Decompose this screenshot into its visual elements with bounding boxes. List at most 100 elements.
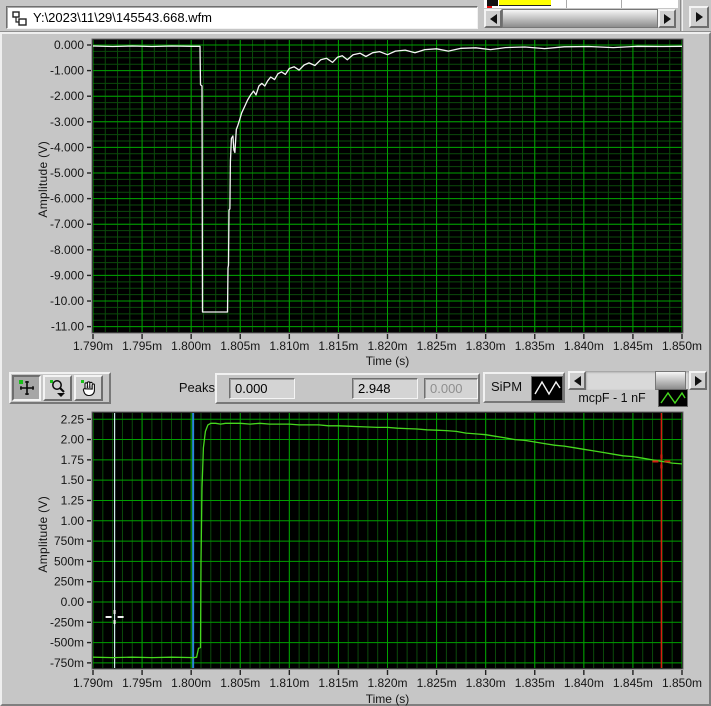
peaks-label: Peaks — [178, 380, 215, 395]
legend-label-mcp[interactable]: mcpF - 1 nF — [570, 391, 654, 407]
top-bar: Y:\2023\11\29\145543.668.wfm — [0, 0, 711, 32]
file-path-value: Y:\2023\11\29\145543.668.wfm — [33, 10, 213, 25]
svg-text:-250m: -250m — [50, 615, 84, 629]
hand-icon — [80, 380, 95, 397]
left-arrow-icon — [573, 375, 581, 386]
plot-legend-sipm[interactable]: SiPM — [483, 372, 565, 403]
svg-text:Time (s): Time (s) — [366, 692, 410, 706]
svg-text:1.805m: 1.805m — [220, 339, 260, 353]
scrollbar-track[interactable] — [502, 9, 658, 28]
svg-text:0.00: 0.00 — [61, 595, 85, 609]
svg-text:1.790m: 1.790m — [73, 339, 113, 353]
plot-style-swatch-sipm[interactable] — [531, 376, 563, 401]
right-arrow-icon — [663, 13, 671, 24]
corner-scroll-button[interactable] — [689, 6, 709, 28]
list-plot-icon — [487, 0, 498, 8]
svg-text:1.820m: 1.820m — [367, 676, 407, 690]
svg-text:1.850m: 1.850m — [662, 339, 702, 353]
svg-text:750m: 750m — [54, 534, 84, 548]
graph-palette — [9, 372, 111, 404]
svg-text:-7.000: -7.000 — [50, 217, 84, 231]
labview-front-panel: Y:\2023\11\29\145543.668.wfm Amplitude (… — [0, 0, 711, 706]
scroll-left-button[interactable] — [484, 9, 502, 28]
svg-text:1.790m: 1.790m — [73, 676, 113, 690]
svg-text:1.820m: 1.820m — [367, 339, 407, 353]
panel-edge-groove — [680, 0, 683, 31]
cursor-tool-button[interactable] — [12, 375, 41, 401]
waveform-graph-bottom: Amplitude (V) 1.790m 1.795m 1.800m 1.805m 1.… — [0, 408, 711, 706]
list-column-divider — [566, 0, 567, 8]
svg-text:1.00: 1.00 — [61, 514, 85, 528]
list-column-divider — [621, 0, 622, 8]
svg-text:-750m: -750m — [50, 656, 84, 670]
svg-text:1.830m: 1.830m — [466, 339, 506, 353]
zoom-tool-button[interactable] — [43, 375, 72, 401]
peak-field-1[interactable]: 0.000 — [229, 378, 295, 399]
scrollbar-thumb[interactable] — [655, 371, 686, 390]
svg-text:-8.000: -8.000 — [50, 243, 84, 257]
svg-text:2.25: 2.25 — [61, 412, 85, 426]
svg-text:1.795m: 1.795m — [122, 676, 162, 690]
waveform-plot-area-bottom[interactable]: 1.790m 1.795m 1.800m 1.805m 1.810m 1.815m 1.82… — [0, 408, 711, 706]
svg-text:1.805m: 1.805m — [220, 676, 260, 690]
svg-text:1.835m: 1.835m — [515, 676, 555, 690]
pan-tool-button[interactable] — [74, 375, 103, 401]
svg-text:1.845m: 1.845m — [613, 339, 653, 353]
legend-scrollbar[interactable] — [568, 371, 707, 390]
y-axis-title: Amplitude (V) — [36, 141, 50, 218]
svg-text:1.815m: 1.815m — [318, 339, 358, 353]
svg-text:1.840m: 1.840m — [564, 339, 604, 353]
crosshair-icon — [18, 380, 34, 395]
svg-text:-9.000: -9.000 — [50, 268, 84, 282]
y-axis-title: Amplitude (V) — [36, 496, 50, 573]
peak-field-2[interactable]: 2.948 — [352, 378, 418, 399]
waveform-plot-area-top[interactable]: 1.790m 1.795m 1.800m 1.805m 1.810m 1.815m 1.82… — [0, 34, 711, 369]
path-type-icon — [12, 11, 28, 31]
left-arrow-icon — [489, 13, 497, 24]
file-path-input[interactable]: Y:\2023\11\29\145543.668.wfm — [6, 6, 478, 29]
svg-text:1.845m: 1.845m — [613, 676, 653, 690]
legend-label-sipm: SiPM — [491, 379, 523, 394]
svg-text:-6.000: -6.000 — [50, 192, 84, 206]
svg-text:1.835m: 1.835m — [515, 339, 555, 353]
magnifier-icon — [49, 380, 65, 397]
scroll-left-button[interactable] — [568, 371, 586, 390]
svg-text:1.825m: 1.825m — [417, 676, 457, 690]
svg-text:-3.000: -3.000 — [50, 115, 84, 129]
svg-text:250m: 250m — [54, 575, 84, 589]
scroll-right-button[interactable] — [658, 9, 676, 28]
right-arrow-icon — [694, 375, 702, 386]
svg-text:1.850m: 1.850m — [662, 676, 702, 690]
svg-text:1.50: 1.50 — [61, 473, 85, 487]
graph-toolbar: Peaks 0.000 2.948 0.000 SiPM mcpF - 1 nF — [0, 370, 711, 408]
svg-text:1.800m: 1.800m — [171, 676, 211, 690]
peak-field-3-disabled: 0.000 — [424, 378, 478, 399]
scroll-right-button[interactable] — [689, 371, 707, 390]
svg-text:-1.000: -1.000 — [50, 64, 84, 78]
svg-text:-500m: -500m — [50, 636, 84, 650]
svg-text:1.795m: 1.795m — [122, 339, 162, 353]
svg-text:-2.000: -2.000 — [50, 89, 84, 103]
svg-text:-10.00: -10.00 — [50, 294, 84, 308]
peaks-group: 0.000 2.948 0.000 — [215, 373, 480, 404]
svg-text:0.000: 0.000 — [54, 38, 84, 52]
svg-text:1.830m: 1.830m — [466, 676, 506, 690]
svg-text:1.815m: 1.815m — [318, 676, 358, 690]
plot-style-swatch-mcp[interactable] — [658, 389, 688, 407]
svg-text:1.810m: 1.810m — [269, 676, 309, 690]
svg-text:500m: 500m — [54, 554, 84, 568]
svg-text:1.25: 1.25 — [61, 493, 85, 507]
list-selected-row[interactable] — [499, 0, 551, 6]
svg-text:2.00: 2.00 — [61, 433, 85, 447]
scrollbar-thumb[interactable] — [502, 9, 658, 28]
svg-text:1.800m: 1.800m — [171, 339, 211, 353]
waveform-graph-top: Amplitude (V) 1.790m 1.795m 1.800m 1.805m 1.… — [0, 34, 711, 369]
svg-text:1.810m: 1.810m — [269, 339, 309, 353]
svg-text:-4.000: -4.000 — [50, 140, 84, 154]
top-horizontal-scrollbar[interactable] — [484, 9, 676, 28]
right-arrow-icon — [695, 12, 703, 22]
svg-text:-5.000: -5.000 — [50, 166, 84, 180]
scrollbar-track[interactable] — [586, 371, 689, 390]
file-list-partial[interactable] — [484, 0, 678, 8]
svg-text:1.75: 1.75 — [61, 453, 85, 467]
